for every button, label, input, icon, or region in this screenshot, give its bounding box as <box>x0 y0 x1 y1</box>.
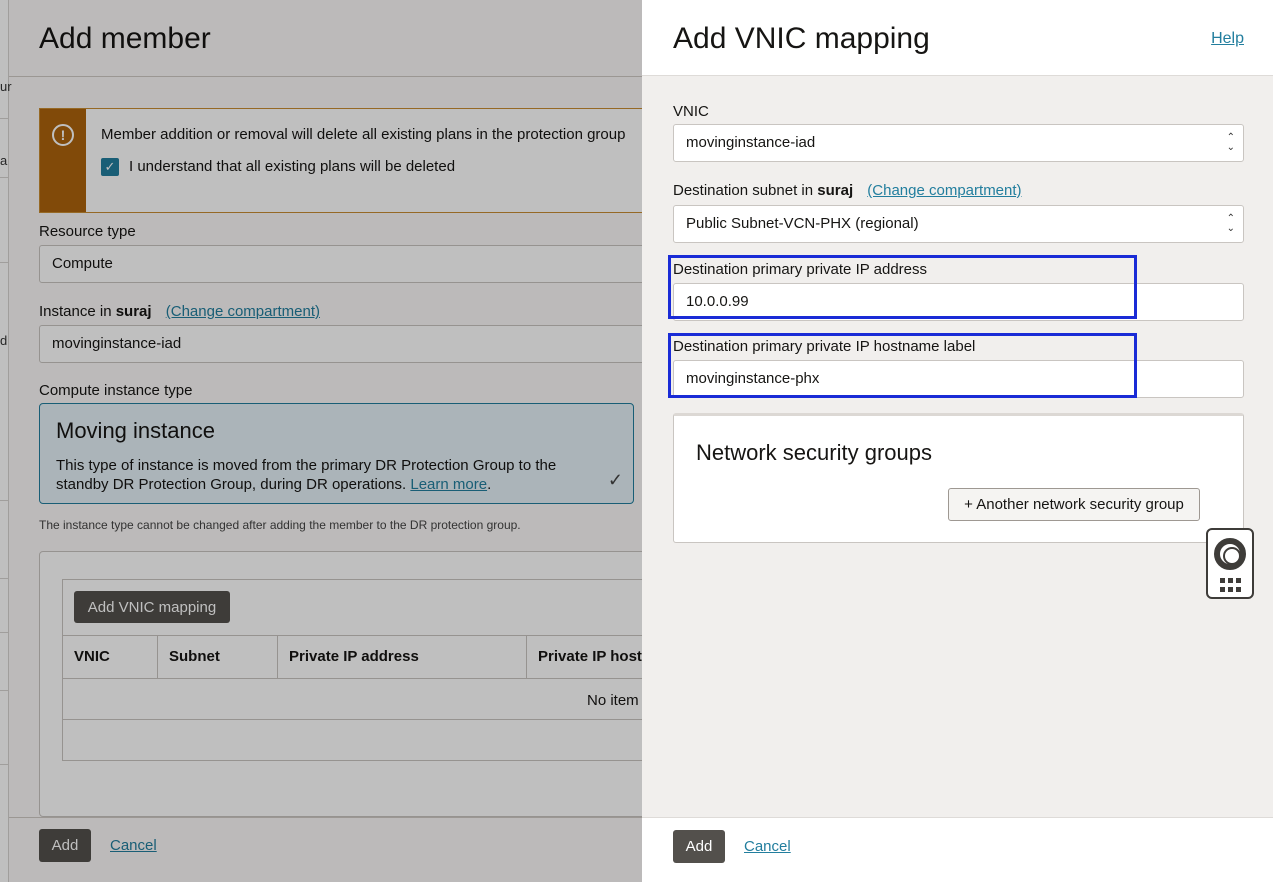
cancel-vnic-link[interactable]: Cancel <box>744 838 791 855</box>
lifebuoy-icon <box>1214 538 1246 570</box>
vnic-label: VNIC <box>673 103 709 120</box>
add-vnic-button[interactable]: Add <box>673 830 725 863</box>
compartment-name: suraj <box>817 182 854 199</box>
vnic-mapping-panel: Add VNIC mapping Help VNIC movinginstanc… <box>642 0 1273 882</box>
dest-subnet-label: Destination subnet in suraj (Change comp… <box>673 182 1022 199</box>
highlight-box <box>668 255 1137 319</box>
vnic-select[interactable]: movinginstance-iad ⌃ ⌄ <box>673 124 1244 162</box>
add-network-security-group-button[interactable]: + Another network security group <box>948 488 1200 521</box>
change-compartment-link[interactable]: (Change compartment) <box>867 182 1021 199</box>
dest-subnet-select[interactable]: Public Subnet-VCN-PHX (regional) ⌃ ⌄ <box>673 205 1244 243</box>
modal-overlay[interactable] <box>0 0 642 882</box>
apps-grid-icon <box>1220 578 1242 592</box>
network-security-groups-section: Network security groups + Another networ… <box>673 413 1244 543</box>
select-arrows-icon: ⌃ ⌄ <box>1226 213 1235 234</box>
panel-title: Add VNIC mapping <box>673 22 930 55</box>
highlight-box <box>668 333 1137 398</box>
help-widget[interactable] <box>1206 528 1254 599</box>
nsg-title: Network security groups <box>696 440 932 465</box>
help-link[interactable]: Help <box>1211 30 1244 48</box>
select-arrows-icon: ⌃ ⌄ <box>1226 132 1235 153</box>
panel-footer: Add Cancel <box>642 817 1273 882</box>
panel-header: Add VNIC mapping Help <box>642 0 1273 76</box>
